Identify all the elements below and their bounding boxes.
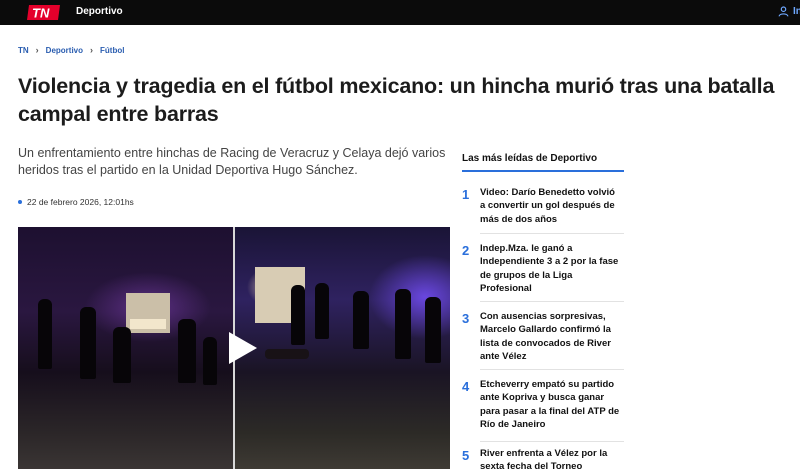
divider <box>480 301 624 302</box>
stall-light <box>130 319 166 329</box>
most-read-sidebar: Las más leídas de Deportivo 1 Video: Dar… <box>462 153 624 469</box>
top-bar: TN Deportivo In <box>0 0 800 25</box>
most-read-item[interactable]: 1 Video: Darío Benedetto volvió a conver… <box>462 186 624 226</box>
most-read-headline[interactable]: Video: Darío Benedetto volvió a converti… <box>480 186 620 226</box>
chevron-right-icon: › <box>35 45 39 55</box>
user-icon <box>778 6 789 17</box>
login-label: In <box>793 6 800 17</box>
chevron-right-icon: › <box>90 45 94 55</box>
video-frame-left <box>18 227 233 469</box>
breadcrumb: TN › Deportivo › Fútbol <box>18 45 124 55</box>
article-summary: Un enfrentamiento entre hinchas de Racin… <box>18 146 446 177</box>
article-title: Violencia y tragedia en el fútbol mexica… <box>18 74 775 126</box>
article-video[interactable] <box>18 227 450 469</box>
article-date: 22 de febrero 2026, 12:01hs <box>18 197 134 207</box>
most-read-item[interactable]: 3 Con ausencias sorpresivas, Marcelo Gal… <box>462 310 624 363</box>
person-silhouette <box>80 307 96 379</box>
person-silhouette <box>178 319 196 383</box>
divider <box>480 233 624 234</box>
person-on-ground <box>265 349 309 359</box>
live-dot-icon <box>18 200 22 204</box>
breadcrumb-futbol[interactable]: Fútbol <box>100 46 124 55</box>
most-read-number: 1 <box>462 187 470 202</box>
article-date-text: 22 de febrero 2026, 12:01hs <box>27 197 134 207</box>
person-silhouette <box>38 299 52 369</box>
most-read-headline[interactable]: Etcheverry empató su partido ante Kopriv… <box>480 378 620 431</box>
most-read-item[interactable]: 5 River enfrenta a Vélez por la sexta fe… <box>462 447 624 469</box>
most-read-number: 5 <box>462 448 470 463</box>
most-read-item[interactable]: 4 Etcheverry empató su partido ante Kopr… <box>462 378 624 431</box>
most-read-headline[interactable]: Con ausencias sorpresivas, Marcelo Galla… <box>480 310 620 363</box>
login-button[interactable]: In <box>778 6 800 17</box>
most-read-item[interactable]: 2 Indep.Mza. le ganó a Independiente 3 a… <box>462 242 624 295</box>
most-read-number: 2 <box>462 243 470 258</box>
person-silhouette <box>291 285 305 345</box>
breadcrumb-tn[interactable]: TN <box>18 46 29 55</box>
most-read-headline[interactable]: River enfrenta a Vélez por la sexta fech… <box>480 447 620 469</box>
person-silhouette <box>395 289 411 359</box>
most-read-title: Las más leídas de Deportivo <box>462 153 624 172</box>
divider <box>480 369 624 370</box>
play-icon[interactable] <box>223 330 259 366</box>
most-read-number: 4 <box>462 379 470 394</box>
video-frame-right <box>235 227 450 469</box>
most-read-headline[interactable]: Indep.Mza. le ganó a Independiente 3 a 2… <box>480 242 620 295</box>
person-silhouette <box>203 337 217 385</box>
person-silhouette <box>315 283 329 339</box>
breadcrumb-deportivo[interactable]: Deportivo <box>46 46 83 55</box>
person-silhouette <box>113 327 131 383</box>
divider <box>480 441 624 442</box>
svg-text:TN: TN <box>32 6 50 21</box>
most-read-number: 3 <box>462 311 470 326</box>
person-silhouette <box>425 297 441 363</box>
person-silhouette <box>353 291 369 349</box>
header-section-name[interactable]: Deportivo <box>76 6 123 17</box>
tn-logo-icon[interactable]: TN <box>27 4 61 21</box>
